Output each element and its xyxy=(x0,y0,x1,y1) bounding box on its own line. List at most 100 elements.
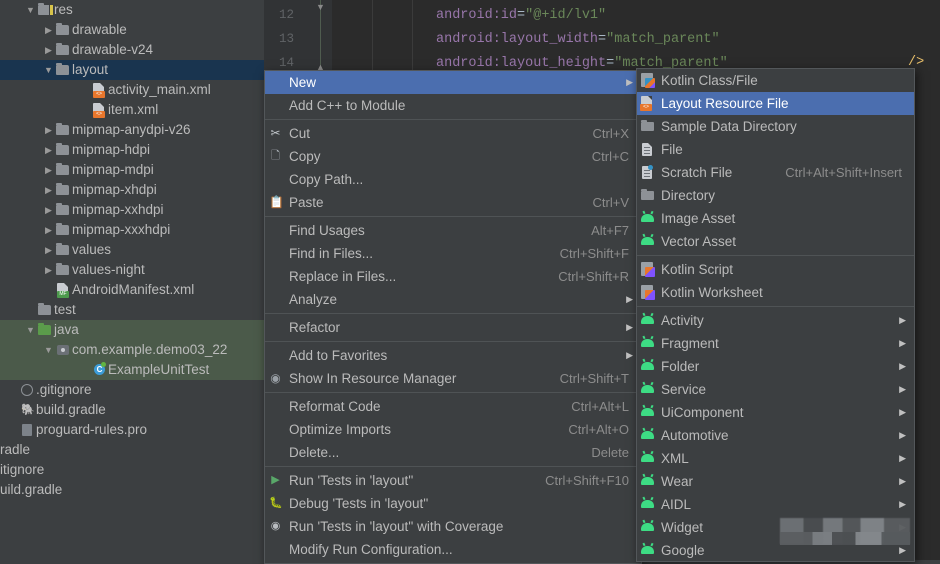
menu-item[interactable]: Find in Files... Ctrl+Shift+F xyxy=(265,242,641,265)
tree-item[interactable]: ▶ mipmap-hdpi xyxy=(0,140,264,160)
tree-expand-arrow[interactable]: ▶ xyxy=(42,140,55,160)
android-icon xyxy=(637,378,659,401)
tree-item[interactable]: item.xml xyxy=(0,100,264,120)
menu-item[interactable]: Image Asset xyxy=(637,207,914,230)
tree-item[interactable]: ▶ values-night xyxy=(0,260,264,280)
tree-expand-arrow[interactable]: ▶ xyxy=(42,160,55,180)
menu-item-label: Sample Data Directory xyxy=(661,119,797,134)
menu-item[interactable]: Add C++ to Module xyxy=(265,94,641,117)
tree-item[interactable]: ▶ mipmap-xxhdpi xyxy=(0,200,264,220)
tree-item[interactable]: test xyxy=(0,300,264,320)
menu-item[interactable]: Layout Resource File xyxy=(637,92,914,115)
project-tree-panel[interactable]: ▼ res ▶ drawable ▶ drawable-v24 ▼ layout activit… xyxy=(0,0,264,560)
menu-item-shortcut: Ctrl+C xyxy=(591,149,629,164)
menu-item[interactable]: ◉ Show In Resource Manager Ctrl+Shift+T xyxy=(265,367,641,390)
tree-item[interactable]: ▶ mipmap-mdpi xyxy=(0,160,264,180)
menu-item[interactable]: Kotlin Script xyxy=(637,258,914,281)
menu-item[interactable]: Folder ▶ xyxy=(637,355,914,378)
menu-item[interactable]: Scratch File Ctrl+Alt+Shift+Insert xyxy=(637,161,914,184)
menu-item[interactable]: Kotlin Class/File xyxy=(637,69,914,92)
tree-expand-arrow[interactable]: ▶ xyxy=(42,120,55,140)
xml-file-icon xyxy=(91,100,108,120)
menu-item[interactable]: 📋 Paste Ctrl+V xyxy=(265,191,641,214)
menu-item[interactable]: ✂ Cut Ctrl+X xyxy=(265,122,641,145)
menu-item[interactable]: XML ▶ xyxy=(637,447,914,470)
menu-item[interactable]: Analyze ▶ xyxy=(265,288,641,311)
tree-expand-arrow[interactable]: ▶ xyxy=(42,220,55,240)
menu-item[interactable]: Reformat Code Ctrl+Alt+L xyxy=(265,395,641,418)
folder-icon xyxy=(55,260,72,280)
fold-marker-top[interactable]: ▼ xyxy=(315,2,326,13)
tree-expand-arrow[interactable]: ▼ xyxy=(42,340,55,360)
menu-item-label: Copy Path... xyxy=(289,172,364,187)
menu-item[interactable]: Delete... Delete xyxy=(265,441,641,464)
tree-item[interactable]: ▶ drawable xyxy=(0,20,264,40)
menu-item[interactable]: Copy Path... xyxy=(265,168,641,191)
android-icon xyxy=(637,447,659,470)
menu-item[interactable]: Automotive ▶ xyxy=(637,424,914,447)
menu-item[interactable]: ▶ Run 'Tests in 'layout'' Ctrl+Shift+F10 xyxy=(265,469,641,492)
menu-item[interactable]: ◉ Run 'Tests in 'layout'' with Coverage xyxy=(265,515,641,538)
tree-item[interactable]: AndroidManifest.xml xyxy=(0,280,264,300)
tree-expand-arrow[interactable]: ▶ xyxy=(42,260,55,280)
menu-item[interactable]: Sample Data Directory xyxy=(637,115,914,138)
android-icon xyxy=(637,539,659,561)
tree-expand-arrow[interactable]: ▶ xyxy=(42,20,55,40)
tree-expand-arrow[interactable]: ▼ xyxy=(42,60,55,80)
tree-item[interactable]: ▶ mipmap-anydpi-v26 xyxy=(0,120,264,140)
tree-expand-arrow[interactable]: ▶ xyxy=(42,240,55,260)
menu-item[interactable]: Kotlin Worksheet xyxy=(637,281,914,304)
menu-item[interactable]: Directory xyxy=(637,184,914,207)
tree-item[interactable]: ▶ values xyxy=(0,240,264,260)
menu-item-icon xyxy=(265,441,287,464)
paste-icon: 📋 xyxy=(269,195,284,209)
tree-expand-arrow[interactable]: ▶ xyxy=(42,40,55,60)
tree-item[interactable]: ▶ drawable-v24 xyxy=(0,40,264,60)
tree-item[interactable]: 🐘 build.gradle xyxy=(0,400,264,420)
menu-item[interactable]: 🗋 Copy Ctrl+C xyxy=(265,145,641,168)
tree-expand-arrow[interactable]: ▶ xyxy=(42,200,55,220)
menu-item[interactable]: Replace in Files... Ctrl+Shift+R xyxy=(265,265,641,288)
tree-expand-arrow[interactable]: ▼ xyxy=(24,320,37,340)
menu-item[interactable]: Vector Asset xyxy=(637,230,914,253)
tree-item[interactable]: itignore xyxy=(0,460,264,480)
file-icon xyxy=(637,138,659,161)
menu-item[interactable]: Service ▶ xyxy=(637,378,914,401)
tree-item[interactable]: ▼ com.example.demo03_22 xyxy=(0,340,264,360)
menu-item-label: Automotive xyxy=(661,428,729,443)
menu-item[interactable]: Add to Favorites ▶ xyxy=(265,344,641,367)
context-menu[interactable]: New ▶ Add C++ to Module ✂ Cut Ctrl+X 🗋 Copy Ctrl… xyxy=(264,70,642,564)
tree-expand-arrow[interactable]: ▼ xyxy=(24,0,37,20)
tree-item[interactable]: ▼ res xyxy=(0,0,264,20)
menu-item[interactable]: New ▶ xyxy=(265,71,641,94)
menu-item[interactable]: Modify Run Configuration... xyxy=(265,538,641,561)
tree-item[interactable]: radle xyxy=(0,440,264,460)
menu-item[interactable]: UiComponent ▶ xyxy=(637,401,914,424)
tree-item[interactable]: ▼ java xyxy=(0,320,264,340)
tree-item[interactable]: activity_main.xml xyxy=(0,80,264,100)
menu-item[interactable]: AIDL ▶ xyxy=(637,493,914,516)
menu-item[interactable]: 🐛 Debug 'Tests in 'layout'' xyxy=(265,492,641,515)
folder-icon xyxy=(55,240,72,260)
menu-item[interactable]: Find Usages Alt+F7 xyxy=(265,219,641,242)
menu-item[interactable]: Activity ▶ xyxy=(637,309,914,332)
new-submenu[interactable]: Kotlin Class/File Layout Resource File Sam… xyxy=(636,68,915,562)
menu-item[interactable]: Refactor ▶ xyxy=(265,316,641,339)
tree-item-label: res xyxy=(54,2,73,17)
tree-expand-arrow[interactable]: ▶ xyxy=(42,180,55,200)
menu-item[interactable]: Wear ▶ xyxy=(637,470,914,493)
tree-item[interactable]: uild.gradle xyxy=(0,480,264,500)
tree-item-label: values-night xyxy=(72,262,145,277)
menu-item[interactable]: Optimize Imports Ctrl+Alt+O xyxy=(265,418,641,441)
android-icon xyxy=(637,309,659,332)
menu-item[interactable]: Fragment ▶ xyxy=(637,332,914,355)
line-number: 14 xyxy=(278,56,294,70)
tree-item[interactable]: proguard-rules.pro xyxy=(0,420,264,440)
tree-item[interactable]: C ExampleUnitTest xyxy=(0,360,264,380)
tree-item[interactable]: ▼ layout xyxy=(0,60,264,80)
menu-item[interactable]: File xyxy=(637,138,914,161)
tree-item[interactable]: .gitignore xyxy=(0,380,264,400)
tree-item[interactable]: ▶ mipmap-xhdpi xyxy=(0,180,264,200)
menu-item-label: Add C++ to Module xyxy=(289,98,406,113)
tree-item[interactable]: ▶ mipmap-xxxhdpi xyxy=(0,220,264,240)
